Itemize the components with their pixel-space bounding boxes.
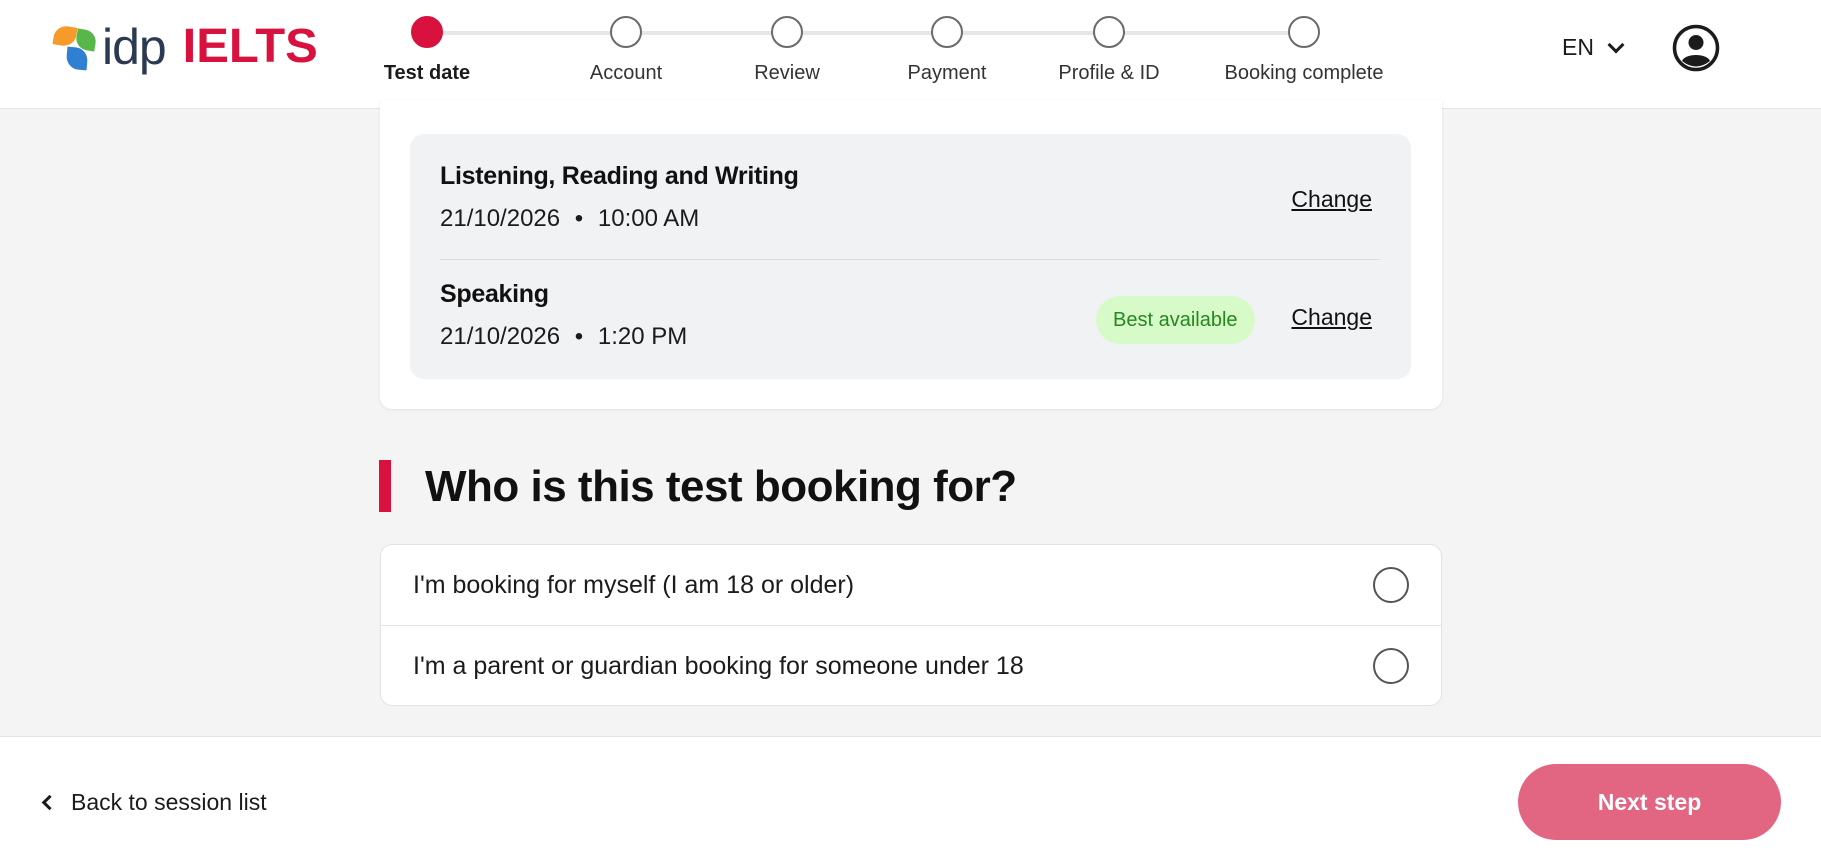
user-account-icon[interactable] xyxy=(1672,24,1720,72)
session-date: 21/10/2026 xyxy=(440,323,561,350)
change-session-link[interactable]: Change xyxy=(1291,186,1372,213)
step-indicator xyxy=(931,16,963,48)
step-test-date: Test date xyxy=(327,16,527,85)
bottom-action-bar: Back to session list Next step xyxy=(0,736,1821,864)
datetime-separator: • xyxy=(574,205,584,232)
language-selector[interactable]: EN xyxy=(1562,34,1625,61)
session-datetime: 21/10/2026 • 10:00 AM xyxy=(440,205,1380,233)
heading-accent-bar xyxy=(379,460,391,512)
step-label: Test date xyxy=(383,62,471,84)
language-code: EN xyxy=(1562,34,1594,60)
step-indicator xyxy=(1093,16,1125,48)
back-label: Back to session list xyxy=(71,789,267,815)
best-available-badge: Best available xyxy=(1096,296,1255,344)
next-step-button[interactable]: Next step xyxy=(1518,764,1781,840)
session-date: 21/10/2026 xyxy=(440,205,561,232)
datetime-separator: • xyxy=(574,323,584,350)
selected-sessions-card: Listening, Reading and Writing 21/10/202… xyxy=(380,100,1442,409)
booking-for-options: I'm booking for myself (I am 18 or older… xyxy=(380,544,1442,706)
change-session-link[interactable]: Change xyxy=(1291,304,1372,331)
chevron-down-icon xyxy=(1607,36,1625,53)
option-booking-for-myself[interactable]: I'm booking for myself (I am 18 or older… xyxy=(381,545,1441,625)
session-title: Listening, Reading and Writing xyxy=(440,162,799,190)
booking-progress-stepper: Test date Account Review Payment Profile… xyxy=(0,0,1821,109)
session-time: 1:20 PM xyxy=(597,323,688,350)
step-label: Booking complete xyxy=(1224,62,1384,84)
divider xyxy=(440,259,1380,260)
option-parent-guardian[interactable]: I'm a parent or guardian booking for som… xyxy=(381,625,1441,705)
back-to-session-list-link[interactable]: Back to session list xyxy=(40,789,267,816)
step-indicator xyxy=(1288,16,1320,48)
radio-button[interactable] xyxy=(1373,567,1409,603)
step-indicator-active xyxy=(411,16,443,48)
top-header: idp IELTS Test date Account Review Payme… xyxy=(0,0,1821,109)
step-indicator xyxy=(771,16,803,48)
session-listening-reading-writing: Listening, Reading and Writing 21/10/202… xyxy=(440,162,1380,233)
chevron-left-icon xyxy=(41,794,58,811)
sessions-panel: Listening, Reading and Writing 21/10/202… xyxy=(410,134,1411,379)
step-label: Profile & ID xyxy=(1058,62,1160,84)
option-label: I'm booking for myself (I am 18 or older… xyxy=(413,571,855,599)
session-speaking: Speaking 21/10/2026 • 1:20 PM Best avail… xyxy=(440,280,1380,351)
step-indicator xyxy=(610,16,642,48)
step-booking-complete: Booking complete xyxy=(1204,16,1404,85)
radio-button[interactable] xyxy=(1373,648,1409,684)
option-label: I'm a parent or guardian booking for som… xyxy=(413,652,1024,680)
step-profile-id: Profile & ID xyxy=(1009,16,1209,85)
session-time: 10:00 AM xyxy=(597,205,700,232)
booking-for-heading: Who is this test booking for? xyxy=(425,462,1017,511)
